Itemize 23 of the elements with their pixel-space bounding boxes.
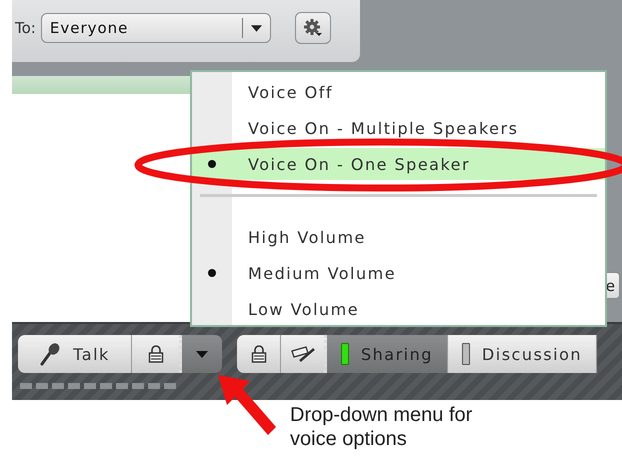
caret-icon bbox=[250, 24, 262, 32]
microphone-icon bbox=[39, 342, 62, 366]
voice-options-dropdown[interactable] bbox=[182, 335, 222, 373]
menu-item[interactable]: Low Volume bbox=[192, 291, 605, 327]
lock-icon bbox=[148, 345, 164, 363]
menu-item[interactable]: Medium Volume bbox=[192, 255, 605, 291]
status-tab[interactable]: Sharing bbox=[327, 335, 448, 373]
caret-icon bbox=[196, 350, 208, 358]
menu-item[interactable]: Voice Off bbox=[192, 74, 605, 110]
talk-button[interactable]: Talk bbox=[18, 335, 132, 373]
status-tab[interactable]: Discussion bbox=[448, 335, 598, 373]
caption-text: Drop-down menu for voice options bbox=[290, 403, 474, 451]
menu-item[interactable]: High Volume bbox=[192, 219, 605, 255]
menu-item[interactable]: Voice On - One Speaker bbox=[192, 148, 605, 180]
pen-icon bbox=[290, 345, 316, 363]
lock-button[interactable] bbox=[237, 335, 281, 373]
settings-icon bbox=[302, 18, 323, 38]
recipient-dropdown[interactable]: Everyone bbox=[40, 13, 271, 43]
settings-button[interactable] bbox=[294, 12, 331, 44]
pen-tool-button[interactable] bbox=[281, 335, 327, 373]
menu-item[interactable]: Voice On - Multiple Speakers bbox=[192, 110, 605, 146]
recipient-label: To: bbox=[15, 19, 36, 37]
lock-icon bbox=[250, 345, 266, 363]
